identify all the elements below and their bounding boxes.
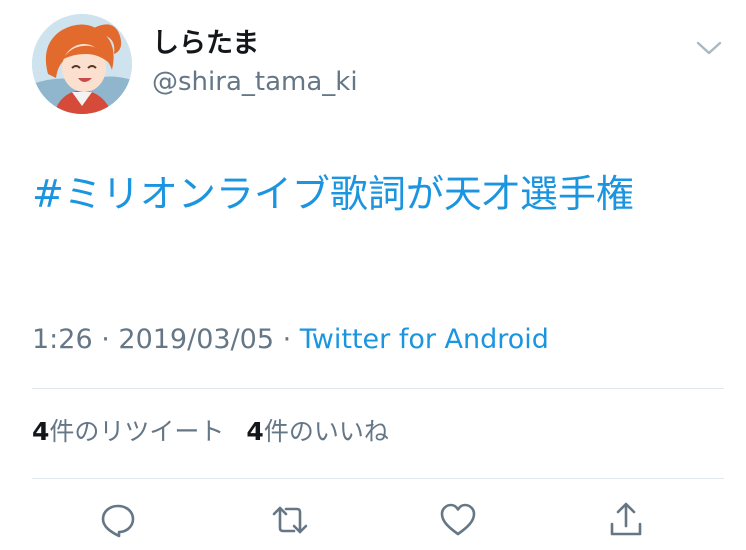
retweets-stat[interactable]: 4件のリツイート (32, 412, 224, 452)
user-handle[interactable]: @shira_tama_ki (152, 64, 358, 100)
retweets-label: 件のリツイート (49, 417, 225, 446)
tweet-date: 2019/03/05 (118, 324, 275, 355)
hashtag-link[interactable]: #ミリオンライブ歌詞が天才選手権 (32, 172, 634, 216)
chevron-down-icon[interactable] (694, 36, 724, 60)
tweet-stats: 4件のリツイート 4件のいいね (32, 412, 389, 452)
divider (32, 388, 724, 389)
share-icon[interactable] (606, 500, 646, 540)
retweets-count: 4 (32, 417, 50, 446)
avatar-image (32, 14, 132, 114)
meta-separator: · (274, 324, 300, 355)
retweet-icon[interactable] (270, 500, 310, 540)
likes-count: 4 (246, 417, 264, 446)
reply-icon[interactable] (98, 500, 138, 540)
divider (32, 478, 724, 479)
tweet-source-link[interactable]: Twitter for Android (300, 324, 549, 355)
tweet-meta: 1:26 · 2019/03/05 · Twitter for Android (32, 320, 549, 360)
meta-separator: · (92, 324, 119, 355)
likes-label: 件のいいね (263, 417, 389, 446)
avatar[interactable] (32, 14, 132, 114)
display-name[interactable]: しらたま (152, 26, 259, 62)
tweet-time: 1:26 (32, 324, 93, 355)
likes-stat[interactable]: 4件のいいね (246, 412, 388, 452)
heart-icon[interactable] (438, 500, 478, 540)
tweet-text: #ミリオンライブ歌詞が天才選手権 (32, 162, 702, 226)
